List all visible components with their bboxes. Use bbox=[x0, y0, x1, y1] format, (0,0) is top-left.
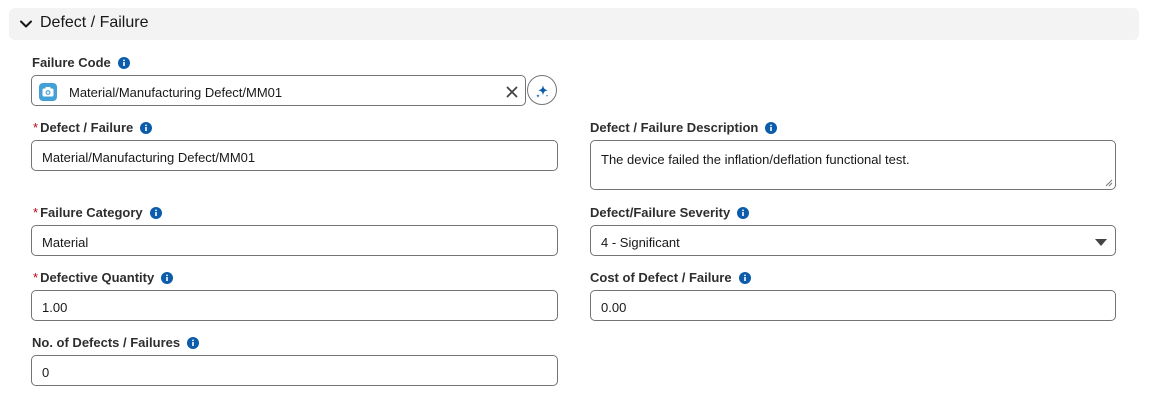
failure-code-lookup[interactable]: Material/Manufacturing Defect/MM01 bbox=[31, 75, 526, 106]
info-icon[interactable] bbox=[187, 336, 200, 349]
cost-input[interactable]: 0.00 bbox=[590, 290, 1116, 321]
severity-value: 4 - Significant bbox=[601, 235, 680, 250]
einstein-suggest-button[interactable] bbox=[527, 75, 557, 105]
info-icon[interactable] bbox=[737, 206, 750, 219]
cost-value: 0.00 bbox=[601, 300, 627, 315]
failure-category-label: * Failure Category bbox=[33, 205, 162, 220]
description-textarea[interactable]: The device failed the inflation/deflatio… bbox=[590, 140, 1116, 190]
description-label: Defect / Failure Description bbox=[590, 120, 778, 135]
num-defects-input[interactable]: 0 bbox=[31, 355, 558, 386]
info-icon[interactable] bbox=[161, 271, 174, 284]
num-defects-value: 0 bbox=[42, 365, 50, 380]
severity-select[interactable]: 4 - Significant bbox=[590, 225, 1116, 256]
close-icon[interactable] bbox=[506, 86, 518, 98]
cost-label: Cost of Defect / Failure bbox=[590, 270, 751, 285]
defective-quantity-value: 1.00 bbox=[42, 300, 68, 315]
failure-category-input[interactable]: Material bbox=[31, 225, 558, 256]
severity-label: Defect/Failure Severity bbox=[590, 205, 750, 220]
camera-icon bbox=[39, 83, 57, 101]
sparkle-icon bbox=[536, 85, 549, 98]
failure-code-label: Failure Code bbox=[32, 55, 130, 70]
defective-quantity-input[interactable]: 1.00 bbox=[31, 290, 558, 321]
required-marker: * bbox=[33, 120, 39, 135]
defect-failure-value: Material/Manufacturing Defect/MM01 bbox=[42, 150, 256, 165]
info-icon[interactable] bbox=[117, 56, 130, 69]
section-header[interactable]: Defect / Failure bbox=[9, 8, 1139, 40]
required-marker: * bbox=[33, 270, 39, 285]
chevron-down-icon bbox=[20, 20, 32, 28]
num-defects-label: No. of Defects / Failures bbox=[32, 335, 200, 350]
defect-failure-input[interactable]: Material/Manufacturing Defect/MM01 bbox=[31, 140, 558, 171]
defective-quantity-label: * Defective Quantity bbox=[33, 270, 174, 285]
required-marker: * bbox=[33, 205, 39, 220]
failure-code-value: Material/Manufacturing Defect/MM01 bbox=[69, 85, 283, 100]
description-value: The device failed the inflation/deflatio… bbox=[601, 152, 910, 167]
info-icon[interactable] bbox=[738, 271, 751, 284]
info-icon[interactable] bbox=[149, 206, 162, 219]
caret-down-icon bbox=[1095, 239, 1107, 246]
failure-category-value: Material bbox=[42, 235, 89, 250]
defect-failure-label: * Defect / Failure bbox=[33, 120, 153, 135]
info-icon[interactable] bbox=[140, 121, 153, 134]
resize-handle-icon[interactable] bbox=[1105, 179, 1113, 187]
section-title: Defect / Failure bbox=[40, 14, 149, 31]
info-icon[interactable] bbox=[765, 121, 778, 134]
